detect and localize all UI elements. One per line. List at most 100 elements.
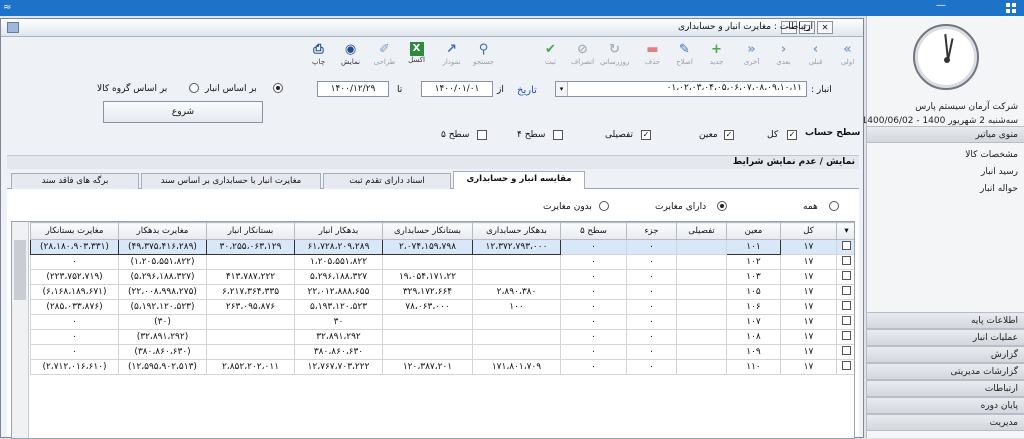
table-cell[interactable]: (۲۸۵،۰۳۳،۸۷۶) [30, 299, 119, 315]
delete-button[interactable]: ▬ حذف [637, 39, 668, 72]
table-cell[interactable]: ۰ [560, 344, 627, 360]
start-button[interactable]: شروع [103, 101, 263, 123]
radio-by-warehouse[interactable] [273, 83, 283, 93]
col-accounting-credit[interactable]: بستانکار حسابداری [382, 222, 473, 240]
row-select-checkbox[interactable] [836, 359, 854, 375]
table-cell[interactable] [676, 314, 727, 330]
level-5-checkbox[interactable] [477, 130, 487, 140]
table-cell[interactable]: ۰ [626, 254, 677, 270]
table-cell[interactable]: ۱۰۳ [726, 269, 781, 285]
table-cell[interactable] [676, 254, 727, 270]
last-button[interactable]: » آخری [736, 39, 767, 72]
col-kol[interactable]: کل [780, 222, 837, 240]
section-admin[interactable]: مدیریت [867, 414, 1024, 431]
table-cell[interactable]: ۰ [626, 359, 677, 375]
warehouse-combo[interactable]: ▾ ۰۱،۰۲،۰۳،۰۴،۰۵،۰۶،۰۷،۰۸،۰۹،۱۰،۱۱ [555, 81, 807, 97]
table-cell[interactable]: ۰ [626, 314, 677, 330]
table-cell[interactable]: ۰ [30, 329, 119, 345]
row-select-checkbox[interactable] [836, 299, 854, 315]
table-row[interactable]: (۲۲۳،۷۵۲،۷۱۹) (۵،۲۹۶،۱۸۸،۳۲۷) ۴۱۳،۷۸۷،۲۲۲ ۵… [30, 269, 854, 285]
table-row[interactable]: ۰ (۳۰) ۳۰ ۰ ۰ ۱۰۷ ۱۷ [30, 314, 854, 330]
table-cell[interactable]: ۰ [560, 284, 627, 300]
table-cell[interactable]: ۲،۸۵۲،۲۰۲،۰۱۱ [206, 359, 295, 375]
tab-priority-docs[interactable]: اسناد دارای تقدم ثبت [323, 173, 451, 189]
table-cell[interactable]: ۱۷۱،۸۰۱،۷۰۹ [472, 359, 561, 375]
table-cell[interactable]: ۱۷ [780, 254, 837, 270]
section-warehouse-ops[interactable]: عملیات انبار [867, 329, 1024, 346]
apps-grid-icon[interactable] [1006, 3, 1016, 13]
table-cell[interactable]: ۳۰،۲۵۵،۰۶۳،۱۲۹ [206, 239, 295, 255]
save-button[interactable]: ✔ ثبت [535, 39, 566, 72]
table-cell[interactable]: ۱۰۹ [726, 344, 781, 360]
table-cell[interactable] [472, 344, 561, 360]
menu-header[interactable]: منوی میاتیر [867, 126, 1024, 143]
table-cell[interactable]: (۵،۲۹۶،۱۸۸،۳۲۷) [118, 269, 207, 285]
table-cell[interactable]: ۱،۲۰۵،۵۵۱،۸۲۲ [294, 254, 383, 270]
row-select-checkbox[interactable] [836, 239, 854, 255]
table-row[interactable]: ۰ (۳۲،۸۹۱،۲۹۲) ۳۲،۸۹۱،۲۹۲ ۰ ۰ ۱۰۸ ۱۷ [30, 329, 854, 345]
table-cell[interactable]: (۶،۱۶۸،۱۸۹،۶۷۱) [30, 284, 119, 300]
tab-no-document[interactable]: برگه های فاقد سند [11, 173, 139, 189]
excel-button[interactable]: X اکسل [401, 39, 432, 72]
edit-button[interactable]: ✎ اصلاح [669, 39, 700, 72]
table-cell[interactable]: ۰ [560, 254, 627, 270]
table-cell[interactable] [676, 359, 727, 375]
table-cell[interactable]: ۱۰۶ [726, 299, 781, 315]
search-button[interactable]: ⚲ جستجو [468, 39, 499, 72]
row-select-checkbox[interactable] [836, 254, 854, 270]
table-cell[interactable] [206, 329, 295, 345]
table-cell[interactable]: ۱۰۸ [726, 329, 781, 345]
table-cell[interactable]: (۱۲،۵۹۵،۹۰۲،۵۱۳) [118, 359, 207, 375]
table-cell[interactable]: ۰ [626, 344, 677, 360]
table-cell[interactable]: (۴۹،۳۷۵،۴۱۶،۲۸۹) [118, 239, 207, 255]
table-cell[interactable]: ۰ [626, 239, 677, 255]
table-cell[interactable]: ۰ [560, 269, 627, 285]
table-cell[interactable]: ۱۹،۰۵۴،۱۷۱،۲۲ [382, 269, 473, 285]
table-row[interactable]: ۰ (۳۸۰،۸۶۰،۶۳۰) ۳۸۰،۸۶۰،۶۳۰ ۰ ۰ ۱۰۹ ۱۷ [30, 344, 854, 360]
section-reports[interactable]: گزارش [867, 346, 1024, 363]
row-select-checkbox[interactable] [836, 314, 854, 330]
table-cell[interactable] [382, 329, 473, 345]
table-cell[interactable]: ۱۲۰،۳۸۷،۲۰۱ [382, 359, 473, 375]
table-cell[interactable]: ۲،۸۹۰،۳۸۰ [472, 284, 561, 300]
table-cell[interactable] [382, 314, 473, 330]
new-button[interactable]: + جدید [701, 39, 732, 72]
table-cell[interactable]: ۱۷ [780, 344, 837, 360]
row-select-checkbox[interactable] [836, 284, 854, 300]
table-cell[interactable]: ۱۰۱ [726, 239, 781, 255]
table-cell[interactable]: ۱۷ [780, 284, 837, 300]
level-moein-checkbox[interactable]: ✓ [724, 130, 734, 140]
table-cell[interactable]: ۰ [560, 359, 627, 375]
table-cell[interactable] [472, 329, 561, 345]
radio-no-diff[interactable] [599, 201, 609, 211]
table-cell[interactable]: (۳۸۰،۸۶۰،۶۳۰) [118, 344, 207, 360]
table-cell[interactable] [206, 314, 295, 330]
row-select-checkbox[interactable] [836, 344, 854, 360]
level-kol-checkbox[interactable]: ✓ [787, 130, 797, 140]
tab-by-document[interactable]: مغایرت انبار با حسابداری بر اساس سند [141, 173, 321, 189]
col-debit-diff[interactable]: مغایرت بدهکار [118, 222, 207, 240]
table-cell[interactable]: ۵،۲۹۶،۱۸۸،۳۲۷ [294, 269, 383, 285]
level-tafsili-checkbox[interactable]: ✓ [641, 130, 651, 140]
table-cell[interactable]: ۱۱۰ [726, 359, 781, 375]
from-date-field[interactable]: ۱۴۰۰/۰۱/۰۱ [421, 81, 493, 97]
table-cell[interactable]: ۲،۰۷۴،۱۵۹،۷۹۸ [382, 239, 473, 255]
table-row[interactable]: (۲۸۵،۰۳۳،۸۷۶) (۵،۱۹۲،۱۲۰،۵۲۳) ۲۶۳،۰۹۵،۸۷۶ ۵… [30, 299, 854, 315]
section-links[interactable]: ارتباطات [867, 380, 1024, 397]
table-row[interactable]: (۲،۷۱۲،۰۱۶،۶۱۰) (۱۲،۵۹۵،۹۰۲،۵۱۳) ۲،۸۵۲،۲۰۲… [30, 359, 854, 375]
col-tafsili[interactable]: تفصیلی [676, 222, 727, 240]
table-cell[interactable] [676, 329, 727, 345]
table-cell[interactable]: ۳۰ [294, 314, 383, 330]
table-cell[interactable] [206, 344, 295, 360]
table-row[interactable]: (۲۸،۱۸۰،۹۰۳،۳۳۱) (۴۹،۳۷۵،۴۱۶،۲۸۹) ۳۰،۲۵۵،۰… [30, 239, 854, 255]
print-button[interactable]: ⎙ چاپ [303, 39, 334, 72]
table-cell[interactable]: ۰ [626, 284, 677, 300]
table-cell[interactable]: ۰ [560, 299, 627, 315]
col-accounting-debit[interactable]: بدهکار حسابداری [472, 222, 561, 240]
table-cell[interactable]: ۳۲،۸۹۱،۲۹۲ [294, 329, 383, 345]
menu-item-issue[interactable]: حواله انبار [980, 184, 1018, 194]
design-button[interactable]: ✐ طراحی [369, 39, 400, 72]
chart-button[interactable]: ↗ نمودار [436, 39, 467, 72]
table-cell[interactable]: ۰ [560, 239, 627, 255]
radio-with-diff[interactable] [717, 201, 727, 211]
